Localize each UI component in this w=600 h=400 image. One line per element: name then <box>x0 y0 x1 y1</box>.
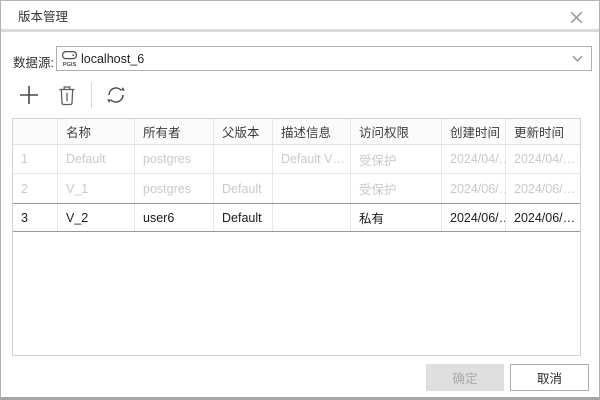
header-cell-created: 创建时间 <box>442 119 506 144</box>
cell-parent: Default <box>214 174 273 203</box>
delete-version-button[interactable] <box>51 80 83 110</box>
cell-index: 3 <box>13 204 58 231</box>
cell-description <box>273 204 351 231</box>
cell-updated: 2024/06/… <box>506 174 580 203</box>
add-version-button[interactable] <box>13 80 45 110</box>
chevron-down-icon <box>572 55 583 63</box>
cell-access: 受保护 <box>351 145 442 173</box>
header-cell-name: 名称 <box>58 119 135 144</box>
table-row-3-active[interactable]: 3 V_2 user6 Default 私有 2024/06/… 2024/06… <box>13 203 580 232</box>
plus-icon <box>18 84 40 106</box>
cell-name: V_2 <box>58 204 135 231</box>
cell-description: Default V… <box>273 145 351 173</box>
cell-owner: postgres <box>135 145 214 173</box>
dialog-title: 版本管理 <box>18 6 68 25</box>
cell-index: 2 <box>13 174 58 203</box>
table-header-row: 名称 所有者 父版本 描述信息 访问权限 创建时间 更新时间 <box>13 119 580 145</box>
cell-parent <box>214 145 273 173</box>
refresh-button[interactable] <box>100 80 132 110</box>
dialog-titlebar: 版本管理 <box>1 1 599 32</box>
cell-access: 受保护 <box>351 174 442 203</box>
version-management-dialog: 版本管理 数据源: PGIS localhost_6 <box>0 0 600 400</box>
datasource-label: 数据源: <box>13 52 54 71</box>
cell-index: 1 <box>13 145 58 173</box>
versions-table: 名称 所有者 父版本 描述信息 访问权限 创建时间 更新时间 1 Default… <box>12 118 581 356</box>
cell-description <box>273 174 351 203</box>
ok-button[interactable]: 确定 <box>426 364 504 391</box>
header-cell-access: 访问权限 <box>351 119 442 144</box>
cancel-button[interactable]: 取消 <box>510 364 589 391</box>
cell-name: V_1 <box>58 174 135 203</box>
datasource-value: localhost_6 <box>81 52 572 66</box>
cell-created: 2024/06/… <box>442 174 506 203</box>
header-cell-updated: 更新时间 <box>506 119 580 144</box>
trash-icon <box>57 84 77 106</box>
cell-owner: postgres <box>135 174 214 203</box>
refresh-icon <box>105 84 127 106</box>
cell-updated: 2024/04/… <box>506 145 580 173</box>
cell-owner: user6 <box>135 204 214 231</box>
cell-name: Default <box>58 145 135 173</box>
close-icon <box>569 10 584 25</box>
table-row-2[interactable]: 2 V_1 postgres Default 受保护 2024/06/… 202… <box>13 174 580 203</box>
cell-updated: 2024/06/… <box>506 204 580 231</box>
header-cell-index <box>13 119 58 144</box>
toolbar <box>13 79 138 111</box>
datasource-select[interactable]: PGIS localhost_6 <box>56 46 592 71</box>
close-button[interactable] <box>565 7 587 27</box>
toolbar-separator <box>91 82 92 108</box>
table-row-1[interactable]: 1 Default postgres Default V… 受保护 2024/0… <box>13 145 580 174</box>
header-cell-owner: 所有者 <box>135 119 214 144</box>
cell-created: 2024/04/… <box>442 145 506 173</box>
header-cell-parent: 父版本 <box>214 119 273 144</box>
cell-parent: Default <box>214 204 273 231</box>
pgis-datasource-icon: PGIS <box>61 50 78 68</box>
cell-access: 私有 <box>351 204 442 231</box>
cell-created: 2024/06/… <box>442 204 506 231</box>
svg-text:PGIS: PGIS <box>63 62 77 68</box>
header-cell-description: 描述信息 <box>273 119 351 144</box>
